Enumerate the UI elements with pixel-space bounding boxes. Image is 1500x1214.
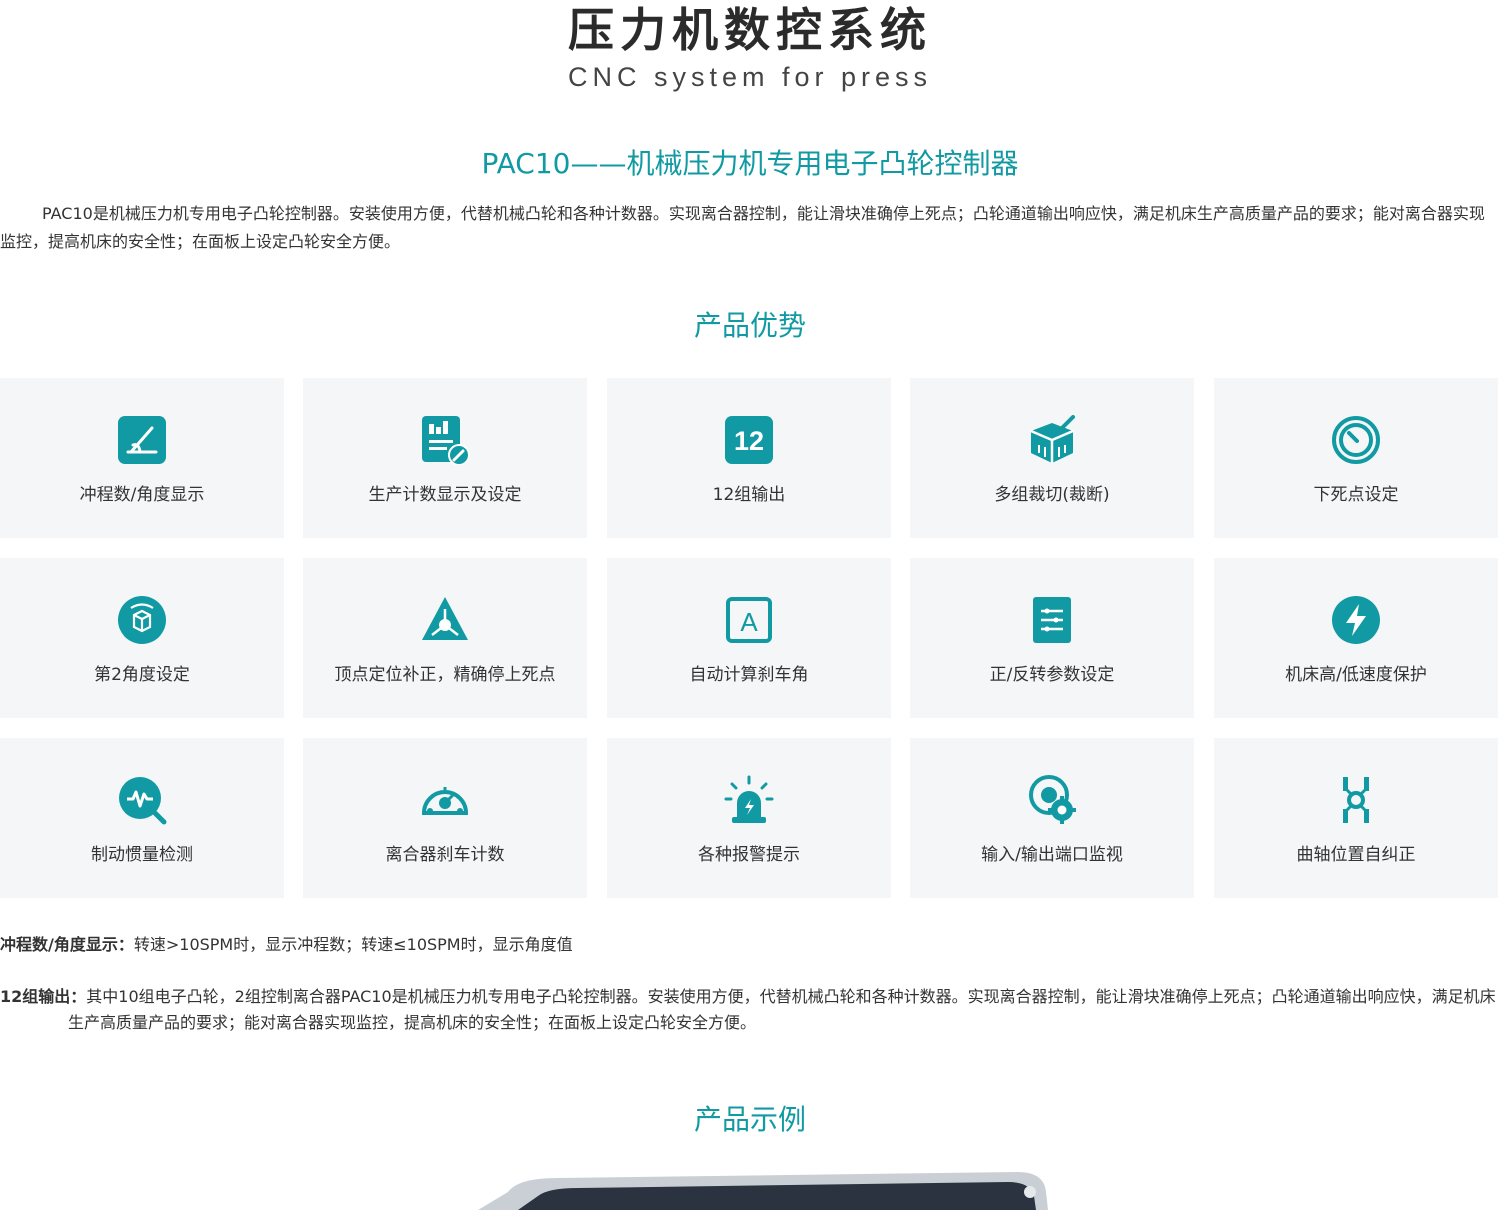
advantage-card-speed-protect: 机床高/低速度保护 [1214, 558, 1498, 718]
advantage-label: 冲程数/角度显示 [79, 485, 205, 505]
pulse-search-icon [117, 775, 167, 825]
advantage-card-direction-params: 正/反转参数设定 [910, 558, 1194, 718]
gauge-circle-icon [1331, 415, 1381, 465]
rotate-box-icon [117, 595, 167, 645]
advantage-label: 多组裁切(裁断) [994, 485, 1110, 505]
advantage-details: 冲程数/角度显示：转速>10SPM时，显示冲程数；转速≤10SPM时，显示角度值… [0, 932, 1500, 1036]
gear-monitor-icon [1027, 775, 1077, 825]
advantage-card-crankshaft: 曲轴位置自纠正 [1214, 738, 1498, 898]
advantage-label: 顶点定位补正，精确停上死点 [334, 665, 556, 685]
advantage-label: 第2角度设定 [94, 665, 190, 685]
product-intro-text: PAC10是机械压力机专用电子凸轮控制器。安装使用方便，代替机械凸轮和各种计数器… [0, 204, 1485, 251]
advantage-card-production-count: 生产计数显示及设定 [303, 378, 587, 538]
page-subtitle: CNC system for press [567, 62, 933, 92]
settings-list-icon [1027, 595, 1077, 645]
detail-item: 冲程数/角度显示：转速>10SPM时，显示冲程数；转速≤10SPM时，显示角度值 [0, 932, 1500, 958]
examples-heading: 产品示例 [693, 1103, 806, 1136]
box-cut-icon [1027, 415, 1077, 465]
lightning-icon [1331, 595, 1381, 645]
alarm-light-icon [724, 775, 774, 825]
detail-key: 12组输出： [0, 987, 87, 1006]
advantage-card-12-outputs: 12 12组输出 [607, 378, 891, 538]
svg-text:A: A [740, 607, 758, 637]
advantage-card-clutch-count: 离合器刹车计数 [303, 738, 587, 898]
advantage-card-bottom-dead-point: 下死点设定 [1214, 378, 1498, 538]
letter-a-cycle-icon: A [724, 595, 774, 645]
advantage-card-stroke-angle: 冲程数/角度显示 [0, 378, 284, 538]
crankshaft-icon [1331, 775, 1381, 825]
detail-text: 转速>10SPM时，显示冲程数；转速≤10SPM时，显示角度值 [133, 935, 573, 954]
report-edit-icon [420, 415, 470, 465]
advantage-label: 生产计数显示及设定 [368, 485, 522, 505]
advantage-label: 制动惯量检测 [91, 845, 193, 865]
advantage-card-multi-cut: 多组裁切(裁断) [910, 378, 1194, 538]
number-12-icon: 12 [724, 415, 774, 465]
advantage-label: 机床高/低速度保护 [1285, 665, 1427, 685]
advantage-label: 曲轴位置自纠正 [1296, 845, 1416, 865]
advantage-label: 各种报警提示 [698, 845, 800, 865]
advantage-label: 离合器刹车计数 [385, 845, 505, 865]
product-image [478, 1170, 1048, 1210]
advantage-card-top-positioning: 顶点定位补正，精确停上死点 [303, 558, 587, 718]
dashboard-icon [420, 775, 470, 825]
advantage-label: 下死点设定 [1313, 485, 1399, 505]
advantage-card-alarms: 各种报警提示 [607, 738, 891, 898]
advantage-card-inertia: 制动惯量检测 [0, 738, 284, 898]
detail-text: 其中10组电子凸轮，2组控制离合器PAC10是机械压力机专用电子凸轮控制器。安装… [68, 987, 1496, 1032]
advantage-card-second-angle: 第2角度设定 [0, 558, 284, 718]
advantage-label: 12组输出 [712, 485, 786, 505]
advantage-label: 自动计算刹车角 [689, 665, 809, 685]
advantage-label: 输入/输出端口监视 [981, 845, 1123, 865]
advantage-card-io-monitor: 输入/输出端口监视 [910, 738, 1194, 898]
triangle-target-icon [420, 595, 470, 645]
svg-text:12: 12 [734, 426, 764, 456]
product-intro: PAC10是机械压力机专用电子凸轮控制器。安装使用方便，代替机械凸轮和各种计数器… [0, 200, 1500, 256]
advantage-label: 正/反转参数设定 [989, 665, 1115, 685]
product-heading: PAC10——机械压力机专用电子凸轮控制器 [481, 147, 1019, 180]
page-title: 压力机数控系统 [568, 3, 932, 57]
angle-icon [117, 415, 167, 465]
detail-key: 冲程数/角度显示： [0, 935, 134, 954]
advantages-heading: 产品优势 [693, 309, 806, 342]
detail-item: 12组输出：其中10组电子凸轮，2组控制离合器PAC10是机械压力机专用电子凸轮… [0, 984, 1500, 1036]
advantage-card-brake-angle: A 自动计算刹车角 [607, 558, 891, 718]
